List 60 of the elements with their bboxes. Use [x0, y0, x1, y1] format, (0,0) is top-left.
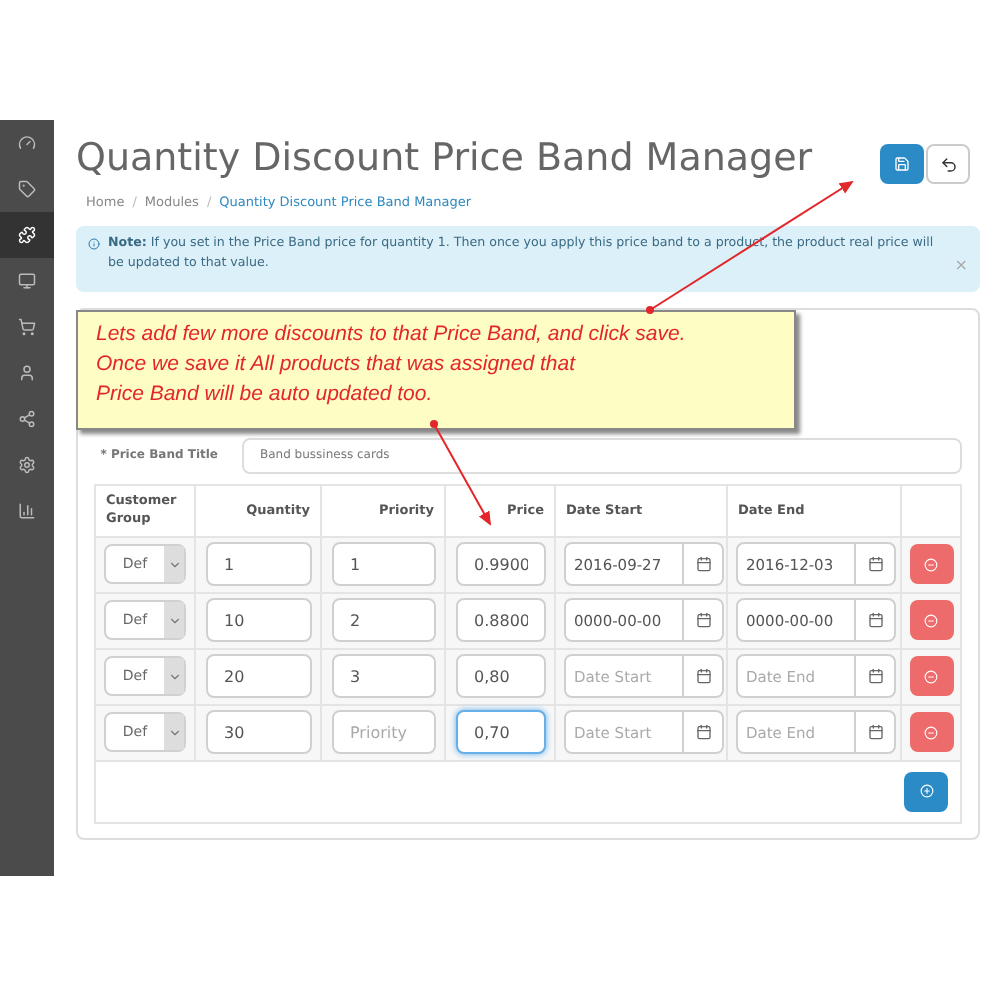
calendar-icon — [867, 612, 883, 629]
gauge-icon — [18, 134, 36, 152]
save-icon — [894, 156, 910, 172]
calendar-icon — [695, 612, 711, 629]
minus-icon — [924, 669, 938, 684]
chevron-down-icon — [167, 725, 181, 740]
cart-icon — [18, 318, 36, 336]
add-button[interactable] — [904, 771, 948, 812]
input-field[interactable]: 1 — [206, 542, 312, 587]
sidebar-item[interactable] — [0, 212, 54, 258]
calendar-button[interactable] — [856, 542, 896, 587]
calendar-button[interactable] — [856, 710, 896, 755]
callout-text: Price Band will be auto updated too. — [96, 380, 435, 410]
plus-icon — [919, 784, 933, 799]
monitor-icon — [18, 272, 36, 290]
callout-text: Lets add few more discounts to that Price Band, and click save. — [96, 320, 688, 350]
bar-chart-icon — [18, 502, 36, 520]
remove-button[interactable] — [909, 712, 953, 753]
minus-icon — [924, 557, 938, 572]
callout-text: Once we save it All products that was assigned that — [96, 350, 578, 380]
input-field[interactable]: 2 — [332, 598, 436, 643]
arrow — [430, 420, 491, 526]
calendar-icon — [695, 668, 711, 685]
calendar-icon — [867, 668, 883, 685]
info-icon — [88, 237, 100, 250]
share-icon — [18, 410, 36, 428]
chevron-down-icon — [167, 557, 181, 572]
user-icon — [18, 364, 36, 382]
save-button[interactable] — [880, 144, 924, 184]
calendar-button[interactable] — [684, 654, 724, 699]
input-field[interactable]: 0,80 — [456, 654, 546, 699]
minus-icon — [924, 725, 938, 740]
input-field[interactable]: 20 — [206, 654, 312, 699]
back-button[interactable] — [926, 144, 970, 184]
input-field[interactable]: 1 — [332, 542, 436, 587]
remove-button[interactable] — [909, 600, 953, 641]
calendar-icon — [867, 556, 883, 573]
calendar-icon — [695, 724, 711, 741]
page-title: Quantity Discount Price Band Manager — [76, 134, 813, 182]
tag-icon — [18, 180, 36, 198]
calendar-icon — [867, 724, 883, 741]
input-field[interactable]: Priority — [332, 710, 436, 755]
input-field[interactable]: 30 — [206, 710, 312, 755]
undo-icon — [939, 155, 957, 173]
input-field[interactable]: 0,70 — [456, 710, 546, 755]
input-field[interactable]: 3 — [332, 654, 436, 699]
calendar-button[interactable] — [856, 598, 896, 643]
calendar-button[interactable] — [684, 542, 724, 587]
chevron-down-icon — [167, 613, 181, 628]
remove-button[interactable] — [909, 656, 953, 697]
remove-button[interactable] — [909, 544, 953, 585]
calendar-button[interactable] — [684, 598, 724, 643]
calendar-button[interactable] — [856, 654, 896, 699]
puzzle-icon — [18, 226, 36, 244]
input-field[interactable]: 10 — [206, 598, 312, 643]
calendar-icon — [695, 556, 711, 573]
calendar-button[interactable] — [684, 710, 724, 755]
gear-icon — [18, 456, 36, 474]
chevron-down-icon — [167, 669, 181, 684]
minus-icon — [924, 613, 938, 628]
